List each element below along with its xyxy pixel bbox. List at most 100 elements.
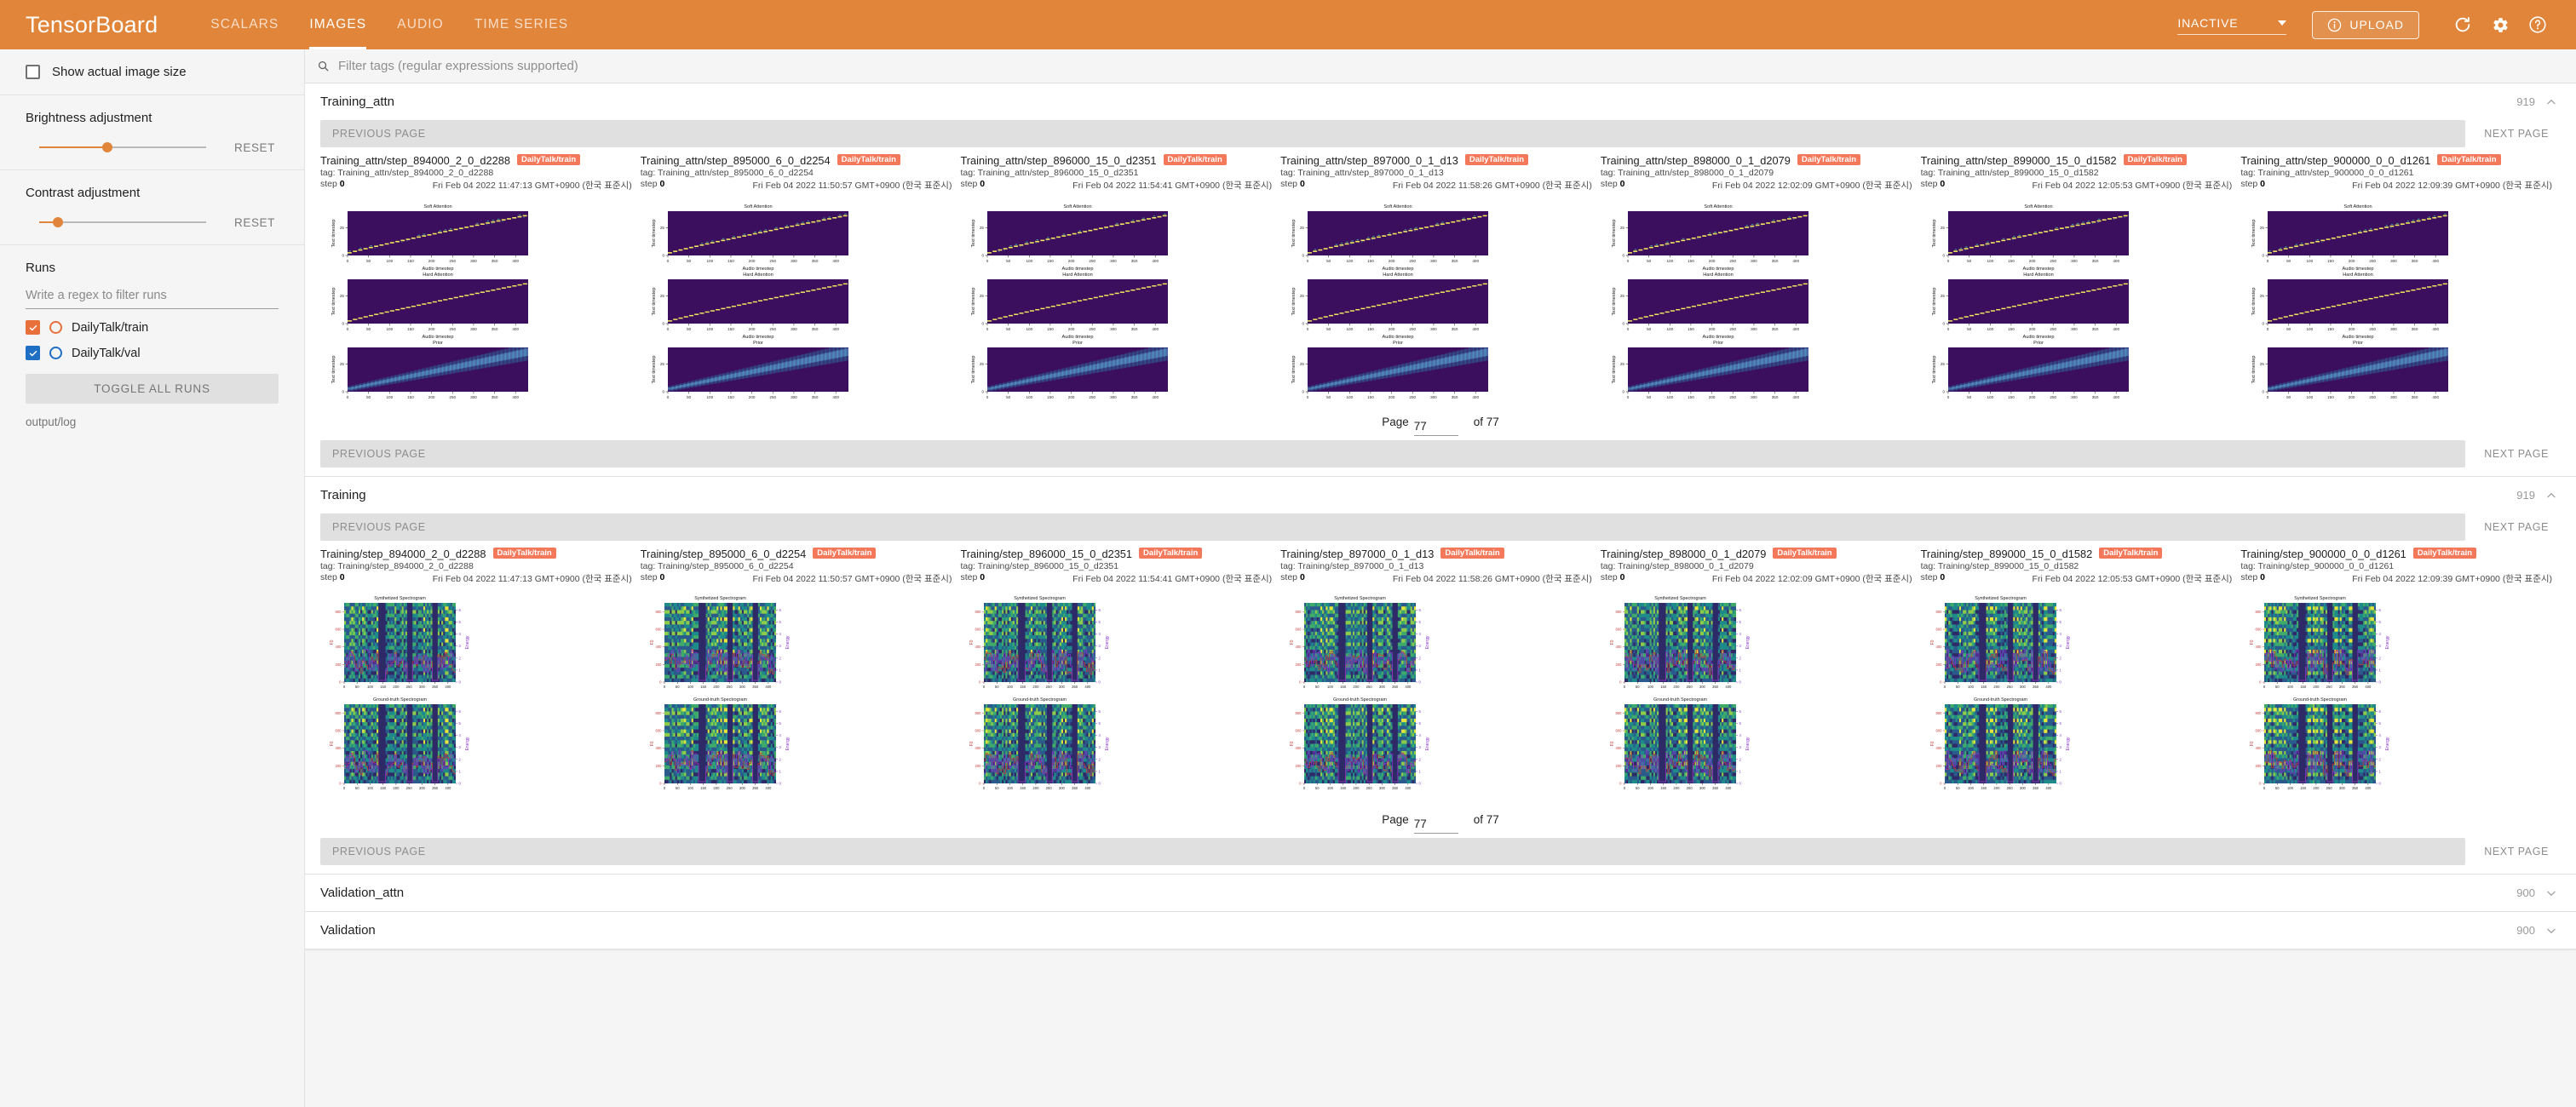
refresh-button[interactable] [2447,9,2479,41]
spectrogram-plot-image[interactable]: Synthetized Spectrogram05010015020025030… [960,591,1272,800]
run-item-val[interactable]: DailyTalk/val [26,346,279,360]
run-item-train[interactable]: DailyTalk/train [26,320,279,335]
svg-text:400: 400 [336,746,342,750]
svg-text:50: 50 [2286,327,2291,331]
image-card[interactable]: Training_attn/step_894000_2_0_d2288 Dail… [320,154,641,402]
card-meta: step 0 Fri Feb 04 2022 12:02:09 GMT+0900… [1601,572,1912,585]
attention-plot-image[interactable]: Soft Attention05010015020025030035040002… [1601,198,1912,402]
svg-text:0: 0 [342,254,344,258]
help-button[interactable] [2521,9,2554,41]
tab-time-series[interactable]: TIME SERIES [459,0,584,49]
svg-text:200: 200 [748,327,755,331]
spectrogram-plot-image[interactable]: Synthetized Spectrogram05010015020025030… [1921,591,2233,800]
contrast-slider-track [39,221,206,223]
show-actual-image-size-checkbox[interactable] [26,65,40,79]
image-card[interactable]: Training/step_897000_0_1_d13 DailyTalk/t… [1280,548,1601,800]
svg-text:350: 350 [2091,327,2098,331]
spectrogram-plot-image[interactable]: Synthetized Spectrogram05010015020025030… [641,591,952,800]
svg-text:0: 0 [666,395,669,399]
attention-plot-image[interactable]: Soft Attention05010015020025030035040002… [1280,198,1592,402]
attention-plot-image[interactable]: Soft Attention05010015020025030035040002… [320,198,632,402]
attention-plot-image[interactable]: Soft Attention05010015020025030035040002… [2240,198,2552,402]
spectrogram-plot-image[interactable]: Synthetized Spectrogram05010015020025030… [1280,591,1592,800]
svg-text:0: 0 [2267,327,2269,331]
run-color-dot-train [49,321,62,334]
next-page-button[interactable]: NEXT PAGE [2465,838,2561,865]
image-card[interactable]: Training_attn/step_900000_0_0_d1261 Dail… [2240,154,2561,402]
svg-text:400: 400 [1153,395,1159,399]
previous-page-button[interactable]: PREVIOUS PAGE [320,513,2465,541]
attention-plot-image[interactable]: Soft Attention05010015020025030035040002… [960,198,1272,402]
run-checkbox-val[interactable] [26,346,40,360]
tab-audio[interactable]: AUDIO [382,0,459,49]
category-header-validation[interactable]: Validation 900 [305,912,2576,949]
contrast-slider[interactable] [39,215,206,229]
page-number-input[interactable] [1414,418,1458,436]
svg-text:100: 100 [1026,259,1033,263]
card-tag: tag: Training_attn/step_898000_0_1_d2079 [1601,168,1912,178]
next-page-button[interactable]: NEXT PAGE [2465,120,2561,147]
brightness-slider-knob[interactable] [102,142,112,152]
svg-text:Prior: Prior [753,341,763,346]
image-card[interactable]: Training/step_894000_2_0_d2288 DailyTalk… [320,548,641,800]
image-card[interactable]: Training_attn/step_897000_0_1_d13 DailyT… [1280,154,1601,402]
attention-plot-image[interactable]: Soft Attention05010015020025030035040002… [1921,198,2233,402]
chevron-up-icon[interactable] [2545,96,2557,108]
next-page-button[interactable]: NEXT PAGE [2465,440,2561,467]
tab-images[interactable]: IMAGES [294,0,382,49]
svg-text:350: 350 [1772,395,1779,399]
show-actual-image-size-row[interactable]: Show actual image size [26,65,279,79]
svg-text:400: 400 [1153,327,1159,331]
card-header: Training_attn/step_895000_6_0_d2254 Dail… [641,154,952,167]
category-header-validation-attn[interactable]: Validation_attn 900 [305,875,2576,911]
upload-button[interactable]: UPLOAD [2312,11,2419,39]
image-card[interactable]: Training_attn/step_896000_15_0_d2351 Dai… [960,154,1280,402]
svg-text:50: 50 [1967,395,1972,399]
image-card[interactable]: Training/step_895000_6_0_d2254 DailyTalk… [641,548,961,800]
image-card[interactable]: Training/step_896000_15_0_d2351 DailyTal… [960,548,1280,800]
run-status-select[interactable]: INACTIVE [2177,14,2286,35]
category-header-training[interactable]: Training 919 [305,477,2576,513]
page-number-input[interactable] [1414,816,1458,834]
card-step: step 0 [1280,179,1305,192]
attention-plot-image[interactable]: Soft Attention05010015020025030035040002… [641,198,952,402]
brightness-reset-button[interactable]: RESET [234,141,279,154]
card-tag: tag: Training/step_897000_0_1_d13 [1280,561,1592,571]
tab-scalars[interactable]: SCALARS [195,0,294,49]
svg-text:200: 200 [336,662,342,667]
image-card[interactable]: Training_attn/step_899000_15_0_d1582 Dai… [1921,154,2241,402]
spectrogram-plot-image[interactable]: Synthetized Spectrogram05010015020025030… [1601,591,1912,800]
image-card[interactable]: Training_attn/step_895000_6_0_d2254 Dail… [641,154,961,402]
svg-text:25: 25 [340,226,345,230]
settings-button[interactable] [2484,9,2516,41]
runs-regex-input[interactable] [26,286,279,309]
card-step: step 0 [641,572,665,585]
previous-page-button[interactable]: PREVIOUS PAGE [320,838,2465,865]
tag-filter-input[interactable] [338,59,2564,73]
image-card[interactable]: Training_attn/step_898000_0_1_d2079 Dail… [1601,154,1921,402]
brightness-slider[interactable] [39,141,206,154]
svg-text:50: 50 [366,259,371,263]
svg-text:150: 150 [1367,327,1374,331]
image-card[interactable]: Training/step_900000_0_0_d1261 DailyTalk… [2240,548,2561,800]
image-card[interactable]: Training/step_898000_0_1_d2079 DailyTalk… [1601,548,1921,800]
toggle-all-runs-button[interactable]: TOGGLE ALL RUNS [26,374,279,404]
category-header-training-attn[interactable]: Training_attn 919 [305,83,2576,120]
contrast-slider-knob[interactable] [53,217,63,227]
image-card[interactable]: Training/step_899000_15_0_d1582 DailyTal… [1921,548,2241,800]
chevron-up-icon[interactable] [2545,490,2557,502]
next-page-button[interactable]: NEXT PAGE [2465,513,2561,541]
spectrogram-plot-image[interactable]: Synthetized Spectrogram05010015020025030… [320,591,632,800]
chevron-down-icon[interactable] [2545,925,2557,937]
previous-page-button[interactable]: PREVIOUS PAGE [320,440,2465,467]
contrast-reset-button[interactable]: RESET [234,216,279,229]
chevron-down-icon[interactable] [2545,887,2557,899]
svg-text:25: 25 [1940,294,1945,298]
svg-text:100: 100 [386,259,393,263]
run-checkbox-train[interactable] [26,320,40,335]
previous-page-button[interactable]: PREVIOUS PAGE [320,120,2465,147]
card-step: step 0 [1921,179,1946,192]
spectrogram-plot-image[interactable]: Synthetized Spectrogram05010015020025030… [2240,591,2552,800]
cards-scroll-area[interactable]: Training_attn 919 PREVIOUS PAGE NEXT PAG… [305,83,2576,1107]
svg-text:200: 200 [1389,327,1395,331]
